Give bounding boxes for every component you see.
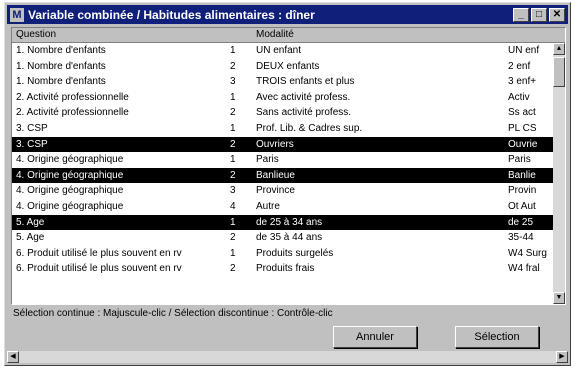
row-number: 1 <box>230 154 236 166</box>
list-row[interactable]: 3. CSP 1 Prof. Lib. & Cadres sup. PL CS <box>12 121 553 137</box>
row-modality: de 35 à 44 ans <box>256 232 323 244</box>
row-code: Ss act <box>508 107 536 119</box>
row-number: 3 <box>230 76 236 88</box>
status-text: Sélection continue : Majuscule-clic / Sé… <box>13 308 333 319</box>
scroll-down-icon[interactable]: ▼ <box>553 292 565 304</box>
cancel-button[interactable]: Annuler <box>333 326 417 348</box>
row-number: 1 <box>230 45 236 56</box>
row-modality: DEUX enfants <box>256 60 320 72</box>
list-row[interactable]: 5. Age 1 de 25 à 34 ans de 25 <box>12 214 553 231</box>
row-number: 2 <box>230 138 236 150</box>
row-number: 3 <box>230 185 236 197</box>
row-question: 2. Activité professionnelle <box>16 91 129 103</box>
list-header: Question Modalité <box>12 28 565 43</box>
row-modality: Sans activité profess. <box>256 107 352 119</box>
row-modality: UN enfant <box>256 45 302 56</box>
row-question: 3. CSP <box>16 122 48 134</box>
row-code: W4 fral <box>508 263 540 275</box>
row-question: 4. Origine géographique <box>16 154 124 166</box>
row-code: Provin <box>508 185 537 197</box>
list-row[interactable]: 4. Origine géographique 1 Paris Paris <box>12 152 553 168</box>
row-question: 6. Produit utilisé le plus souvent en rv <box>16 247 182 259</box>
row-number: 2 <box>230 60 236 72</box>
minimize-button[interactable]: _ <box>513 7 529 22</box>
title-bar[interactable]: M Variable combinée / Habitudes alimenta… <box>7 5 568 24</box>
list-row[interactable]: 2. Activité professionnelle 1 Avec activit… <box>12 90 553 106</box>
row-code: PL CS <box>508 122 537 134</box>
row-code: 35-44 <box>508 232 534 244</box>
row-question: 1. Nombre d'enfants <box>16 76 106 88</box>
list-row[interactable]: 4. Origine géographique 4 Autre Ot Aut <box>12 199 553 215</box>
row-number: 2 <box>230 232 236 244</box>
row-question: 2. Activité professionnelle <box>16 107 129 119</box>
header-question[interactable]: Question <box>16 29 56 40</box>
row-number: 1 <box>230 247 236 259</box>
row-code: Ot Aut <box>508 200 536 212</box>
row-question: 6. Produit utilisé le plus souvent en rv <box>16 263 182 275</box>
list-row[interactable]: 1. Nombre d'enfants 1 UN enfant UN enf <box>12 43 553 59</box>
row-modality: TROIS enfants et plus <box>256 76 355 88</box>
list-row[interactable]: 1. Nombre d'enfants 2 DEUX enfants 2 enf <box>12 59 553 75</box>
scroll-up-icon[interactable]: ▲ <box>553 43 565 55</box>
scroll-thumb[interactable] <box>553 57 565 87</box>
row-number: 1 <box>230 91 236 103</box>
row-code: Banlie <box>508 169 536 181</box>
row-question: 1. Nombre d'enfants <box>16 60 106 72</box>
maximize-button[interactable]: □ <box>531 7 547 22</box>
scroll-left-icon[interactable]: ◀ <box>7 351 19 363</box>
row-code: 3 enf+ <box>508 76 537 88</box>
row-code: Ouvrie <box>508 138 538 150</box>
row-modality: Produits surgelés <box>256 247 334 259</box>
dialog-window: M Variable combinée / Habitudes alimenta… <box>4 2 571 366</box>
row-question: 4. Origine géographique <box>16 200 124 212</box>
row-modality: Produits frais <box>256 263 315 275</box>
row-number: 4 <box>230 200 236 212</box>
list-row[interactable]: 6. Produit utilisé le plus souvent en rv… <box>12 246 553 262</box>
row-question: 4. Origine géographique <box>16 169 124 181</box>
row-question: 1. Nombre d'enfants <box>16 45 106 56</box>
scroll-right-icon[interactable]: ▶ <box>556 351 568 363</box>
list-row[interactable]: 2. Activité professionnelle 2 Sans activit… <box>12 105 553 121</box>
close-button[interactable]: ✕ <box>549 7 565 22</box>
header-modality[interactable]: Modalité <box>256 29 294 40</box>
row-number: 2 <box>230 263 236 275</box>
row-modality: Autre <box>256 200 280 212</box>
row-number: 2 <box>230 107 236 119</box>
row-modality: Paris <box>256 154 279 166</box>
row-modality: Province <box>256 185 295 197</box>
list-row[interactable]: 5. Age 2 de 35 à 44 ans 35-44 <box>12 230 553 246</box>
list-row[interactable]: 1. Nombre d'enfants 3 TROIS enfants et plu… <box>12 74 553 90</box>
row-question: 3. CSP <box>16 138 48 150</box>
row-number: 1 <box>230 122 236 134</box>
row-modality: Ouvriers <box>256 138 294 150</box>
row-code: 2 enf <box>508 60 531 72</box>
row-modality: Prof. Lib. & Cadres sup. <box>256 122 363 134</box>
list-row[interactable]: 6. Produit utilisé le plus souvent en rv… <box>12 261 553 277</box>
vertical-scrollbar[interactable]: ▲ ▼ <box>553 43 565 304</box>
row-code: UN enf <box>508 45 540 56</box>
list-row[interactable]: 4. Origine géographique 2 Banlieue Banlie <box>12 167 553 184</box>
list-row[interactable]: 4. Origine géographique 3 Province Provin <box>12 183 553 199</box>
list-rows: 1. Nombre d'enfants 1 UN enfant UN enf 1. No… <box>12 43 553 277</box>
window-title: Variable combinée / Habitudes alimentair… <box>28 7 315 22</box>
select-button[interactable]: Sélection <box>455 326 539 348</box>
horizontal-scrollbar[interactable]: ◀ ▶ <box>7 351 568 363</box>
row-question: 4. Origine géographique <box>16 185 124 197</box>
row-code: de 25 <box>508 216 534 228</box>
list-row[interactable]: 3. CSP 2 Ouvriers Ouvrie <box>12 136 553 153</box>
row-modality: Banlieue <box>256 169 295 181</box>
row-modality: de 25 à 34 ans <box>256 216 323 228</box>
row-code: Activ <box>508 91 530 103</box>
row-code: W4 Surg <box>508 247 547 259</box>
row-number: 1 <box>230 216 236 228</box>
row-modality: Avec activité profess. <box>256 91 351 103</box>
window-app-icon[interactable]: M <box>10 7 24 22</box>
row-question: 5. Age <box>16 232 45 244</box>
row-number: 2 <box>230 169 236 181</box>
modality-list[interactable]: Question Modalité 1. Nombre d'enfants 1 UN… <box>11 27 566 305</box>
row-code: Paris <box>508 154 531 166</box>
row-question: 5. Age <box>16 216 45 228</box>
